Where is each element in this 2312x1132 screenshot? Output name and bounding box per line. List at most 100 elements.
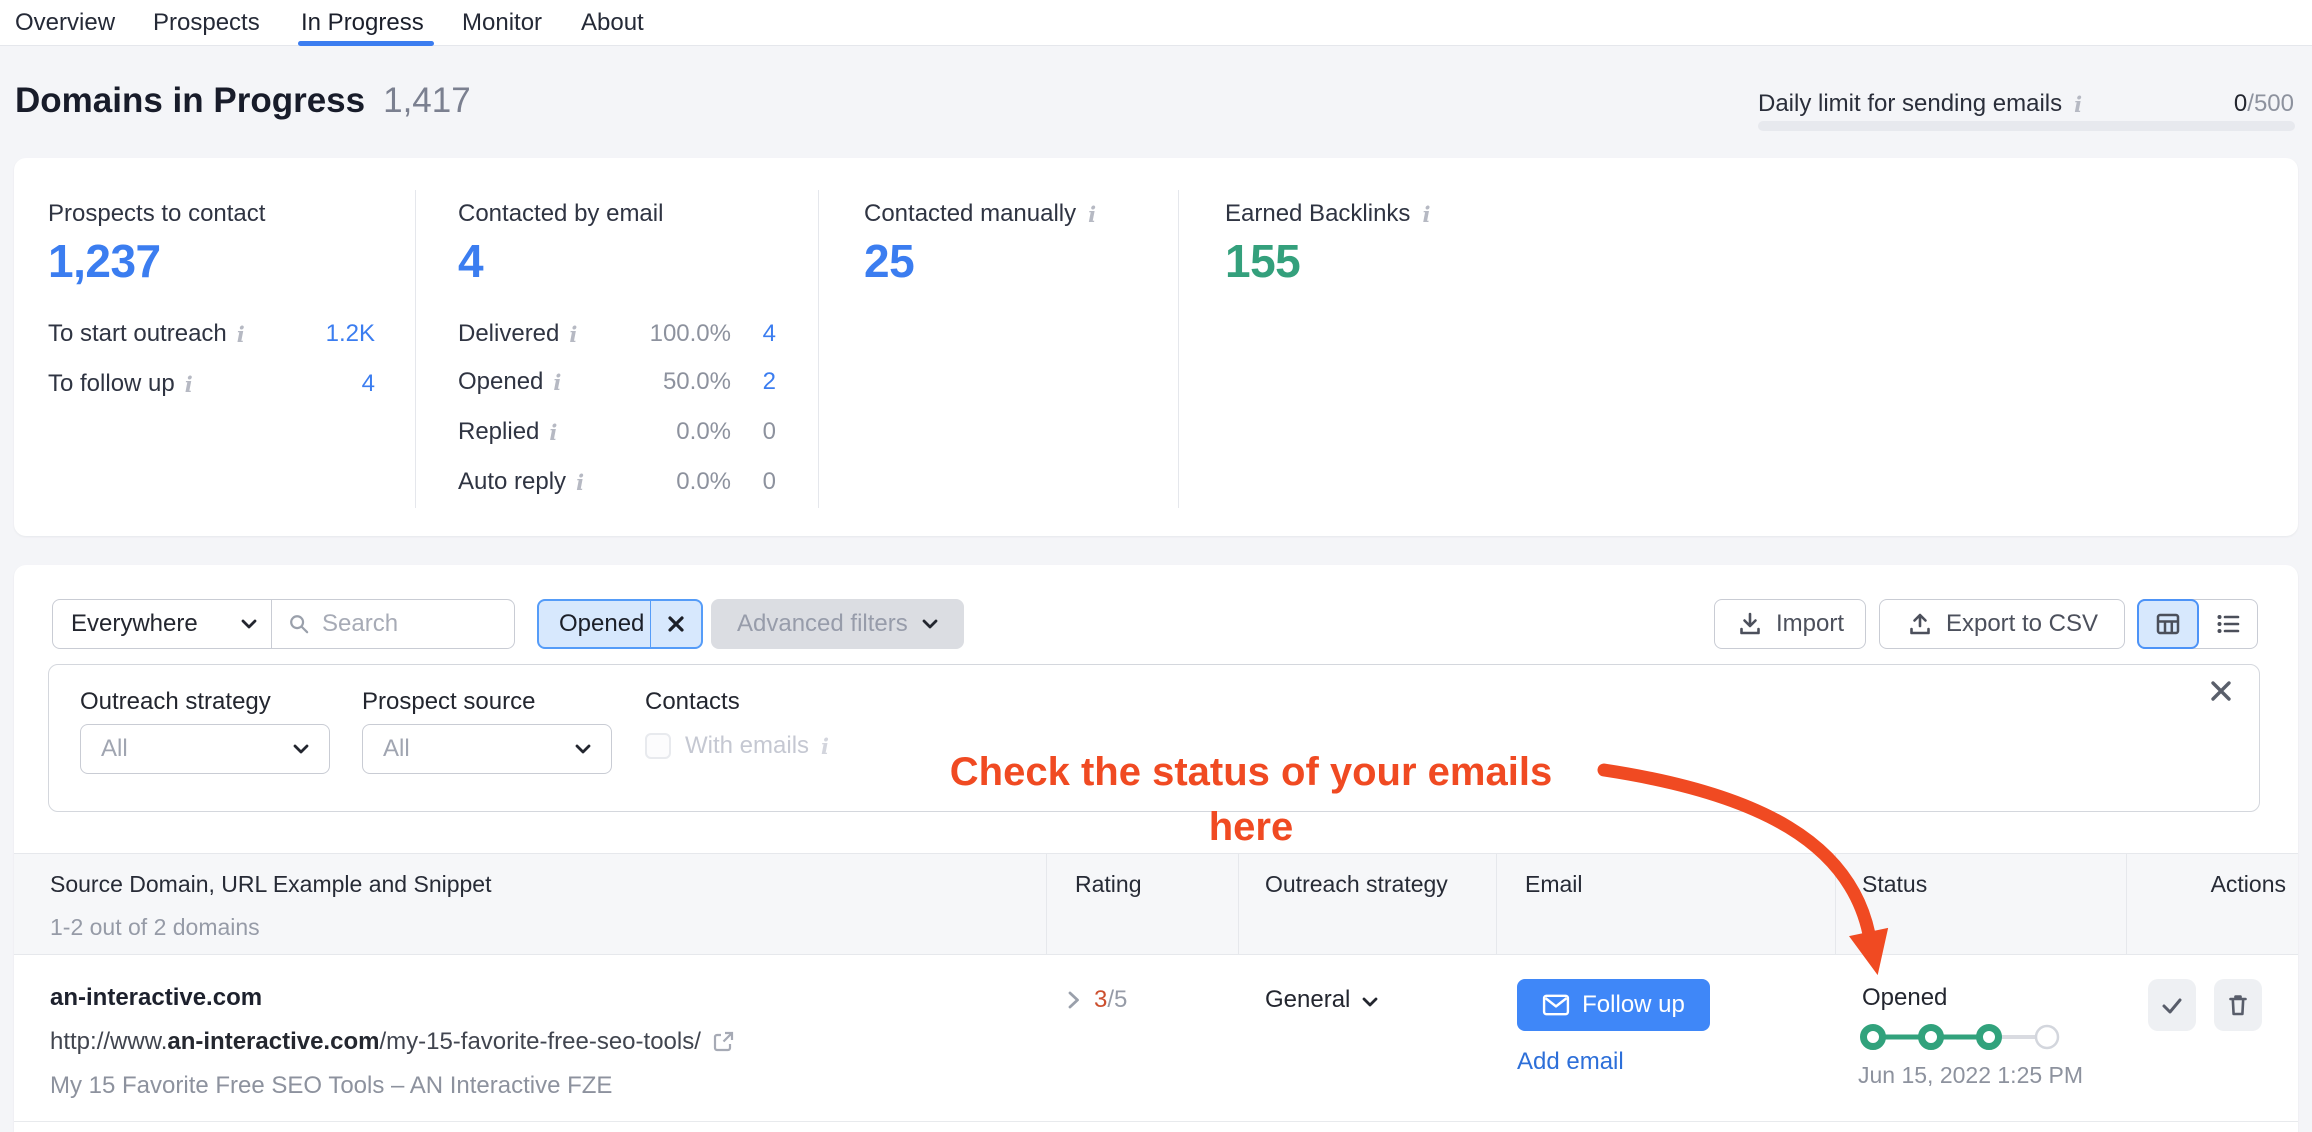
page-title-count: 1,417 [383, 81, 471, 120]
row-divider [14, 1121, 2298, 1122]
info-icon[interactable]: i [1422, 204, 1430, 225]
url-path: /my-15-favorite-free-seo-tools/ [379, 1028, 701, 1055]
stats-divider [415, 190, 416, 508]
filter-chip-opened[interactable]: Opened [537, 599, 703, 649]
stat-row: Replied i 0.0% 0 [458, 416, 776, 448]
tab-prospects[interactable]: Prospects [153, 7, 260, 39]
stat-row-value[interactable]: 2 [763, 366, 776, 398]
table-view-icon [2156, 613, 2180, 635]
stat-row-label: Delivered [458, 320, 560, 347]
tab-overview[interactable]: Overview [15, 7, 115, 39]
search-icon [290, 615, 309, 634]
col-source-domain: Source Domain, URL Example and Snippet [50, 871, 492, 897]
advanced-filters-button[interactable]: Advanced filters [711, 599, 964, 649]
stat-prospects-label: Prospects to contact [48, 200, 266, 227]
stat-row-value[interactable]: 4 [763, 318, 776, 350]
chip-remove-button[interactable] [651, 601, 701, 647]
active-tab-underline [298, 41, 434, 46]
mark-done-button[interactable] [2148, 979, 2196, 1031]
prospect-source-select[interactable]: All [362, 724, 612, 774]
prospect-source-label: Prospect source [362, 688, 536, 715]
info-icon[interactable]: i [185, 374, 193, 395]
add-email-link[interactable]: Add email [1517, 1046, 1624, 1078]
follow-up-label: Follow up [1582, 991, 1685, 1018]
panel-close-button[interactable] [2206, 676, 2236, 706]
stat-earned-backlinks-label: Earned Backlinks [1225, 200, 1411, 227]
row-snippet: My 15 Favorite Free SEO Tools – AN Inter… [50, 1072, 613, 1099]
daily-limit-label: Daily limit for sending emails [1758, 90, 2063, 117]
info-icon[interactable]: i [1088, 204, 1096, 225]
stat-row-value[interactable]: 4 [362, 368, 375, 400]
tab-monitor[interactable]: Monitor [462, 7, 542, 39]
info-icon[interactable]: i [2074, 94, 2082, 115]
close-icon [2211, 681, 2231, 701]
follow-up-button[interactable]: Follow up [1517, 979, 1710, 1031]
stat-row: To start outreach i 1.2K [48, 318, 375, 350]
stats-divider [818, 190, 819, 508]
info-icon[interactable]: i [549, 422, 557, 443]
col-email: Email [1525, 871, 1583, 897]
import-label: Import [1775, 610, 1844, 637]
col-outreach-strategy: Outreach strategy [1265, 871, 1448, 897]
view-toggle-group [2137, 599, 2258, 649]
header-divider [1496, 853, 1497, 955]
list-view-toggle[interactable] [2199, 600, 2257, 648]
search-scope-dropdown[interactable]: Everywhere [53, 600, 273, 648]
close-icon [668, 616, 684, 632]
status-label: Opened [1862, 984, 1948, 1011]
stat-contacted-manually-value[interactable]: 25 [864, 234, 915, 288]
filter-chip-label: Opened [559, 610, 645, 637]
row-domain[interactable]: an-interactive.com [50, 982, 262, 1014]
stat-row-value: 0 [762, 418, 776, 445]
status-stepper [1860, 1024, 2060, 1050]
info-icon[interactable]: i [576, 472, 584, 493]
delete-button[interactable] [2214, 979, 2262, 1031]
stat-row-label: To follow up [48, 370, 175, 397]
stat-row-pct: 0.0% [676, 418, 731, 445]
daily-limit-progressbar [1758, 121, 2295, 131]
stat-prospects-value[interactable]: 1,237 [48, 234, 161, 288]
stat-row-pct: 100.0% [649, 320, 731, 347]
import-button[interactable]: Import [1714, 599, 1866, 649]
check-icon [2162, 998, 2182, 1014]
page-header: Domains in Progress 1,417 [15, 79, 471, 123]
url-domain: an-interactive.com [167, 1028, 380, 1055]
chevron-down-icon [241, 619, 257, 629]
info-icon[interactable]: i [553, 372, 561, 393]
info-icon[interactable]: i [569, 324, 577, 345]
url-prefix: http://www. [50, 1028, 168, 1055]
col-actions: Actions [2210, 871, 2286, 897]
upload-icon [1910, 613, 1930, 635]
row-strategy-dropdown[interactable]: General [1265, 984, 1378, 1016]
row-rating[interactable]: 3/5 [1068, 984, 1127, 1016]
annotation-line1: Check the status of your emails [949, 750, 1553, 794]
tab-in-progress[interactable]: In Progress [301, 7, 424, 39]
outreach-strategy-label: Outreach strategy [80, 688, 271, 715]
chevron-right-icon[interactable] [1068, 991, 1080, 1009]
header-divider [1835, 853, 1836, 955]
chevron-down-icon [922, 619, 938, 629]
search-combo: Everywhere [52, 599, 515, 649]
with-emails-checkbox[interactable] [645, 733, 671, 759]
search-input[interactable] [320, 607, 514, 641]
table-view-toggle[interactable] [2137, 599, 2199, 649]
stat-row-label: Replied [458, 418, 540, 445]
export-csv-button[interactable]: Export to CSV [1879, 599, 2125, 649]
stat-contacted-email-value[interactable]: 4 [458, 234, 484, 288]
stat-row: Auto reply i 0.0% 0 [458, 466, 776, 498]
stat-row-value[interactable]: 1.2K [326, 318, 375, 350]
page-title: Domains in Progress [15, 81, 366, 120]
tab-about[interactable]: About [581, 7, 644, 39]
chevron-down-icon [575, 744, 591, 754]
row-url[interactable]: http://www.an-interactive.com/my-15-favo… [50, 1026, 735, 1058]
stat-row-pct: 0.0% [676, 468, 731, 495]
external-link-icon[interactable] [711, 1030, 735, 1054]
stat-earned-backlinks-value[interactable]: 155 [1225, 234, 1301, 288]
stat-row-label: To start outreach [48, 320, 227, 347]
info-icon[interactable]: i [821, 736, 829, 757]
col-rating: Rating [1075, 871, 1142, 897]
domains-range-label: 1-2 out of 2 domains [50, 914, 260, 940]
outreach-strategy-select[interactable]: All [80, 724, 330, 774]
info-icon[interactable]: i [237, 324, 245, 345]
stat-row-pct: 50.0% [662, 368, 731, 395]
